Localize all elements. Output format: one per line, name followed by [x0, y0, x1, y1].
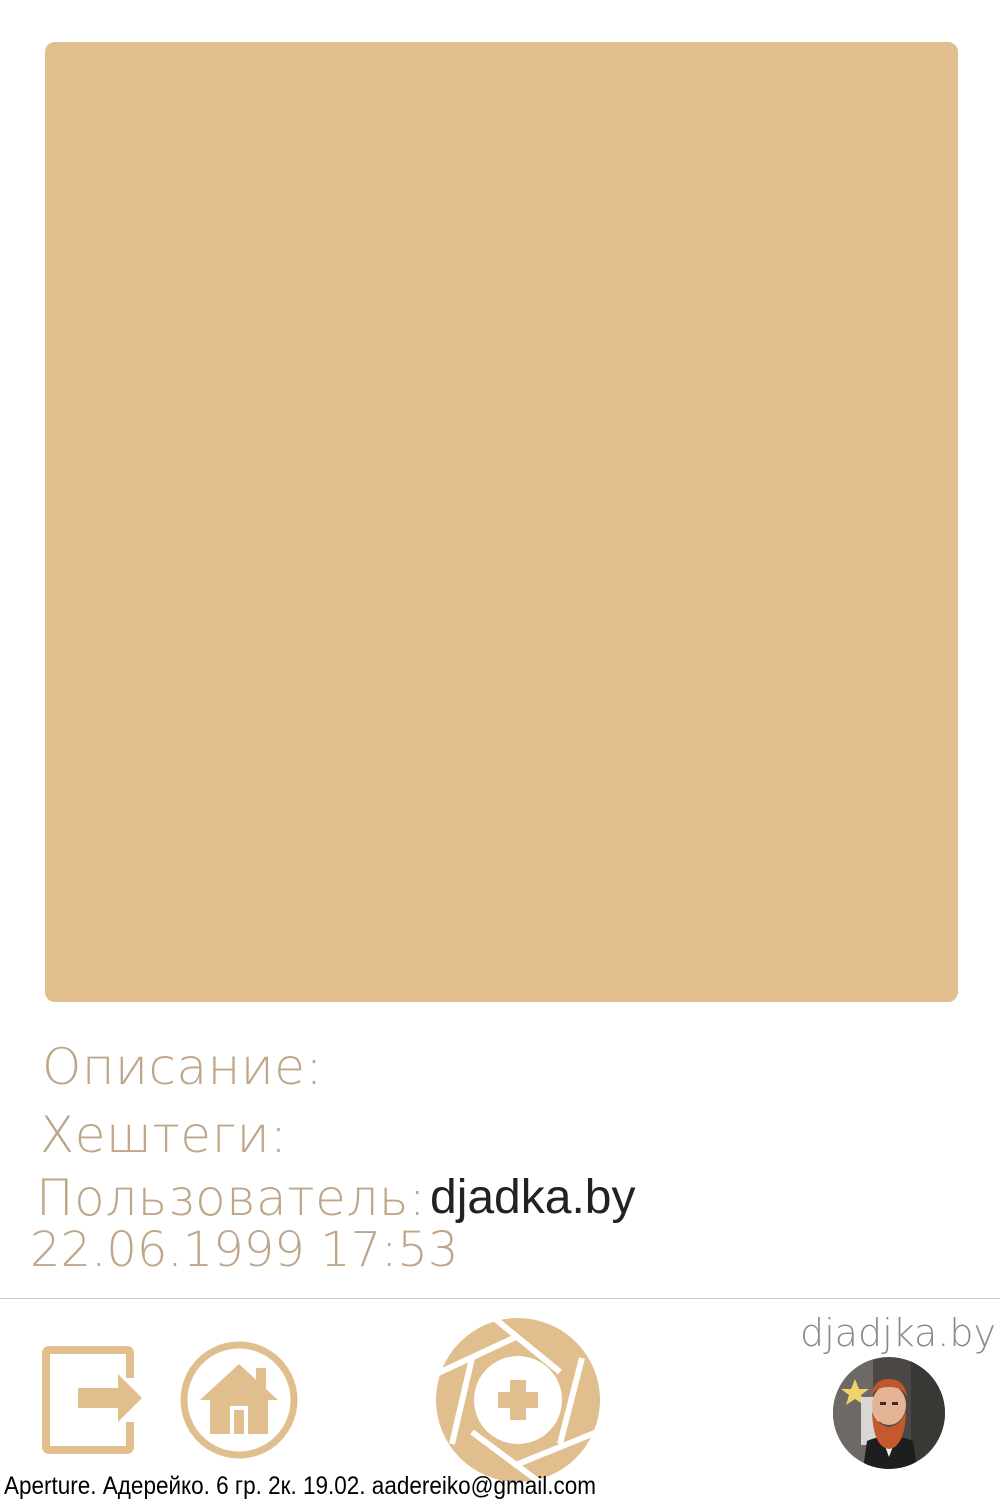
add-photo-button[interactable] [432, 1314, 604, 1486]
home-button[interactable] [178, 1340, 300, 1462]
description-label: Описание: [42, 1038, 323, 1096]
logout-icon [42, 1346, 142, 1454]
user-label: Пользователь: [36, 1169, 427, 1227]
post-datetime: 22.06.1999 17:53 [30, 1222, 459, 1278]
user-avatar[interactable] [833, 1357, 945, 1469]
aperture-plus-icon [436, 1318, 600, 1482]
avatar-image [833, 1357, 945, 1469]
logout-button[interactable] [38, 1338, 144, 1460]
user-name-link[interactable]: djadka.by [430, 1174, 635, 1222]
footer-credits: Aperture. Адерейко. 6 гр. 2к. 19.02. aad… [4, 1472, 597, 1500]
post-photo [45, 42, 958, 1002]
post-page: Описание: Хештеги: Пользователь: djadka.… [0, 0, 1000, 1500]
hashtags-label: Хештеги: [40, 1106, 288, 1164]
brand-link[interactable]: djadjka.by [800, 1314, 996, 1352]
home-icon [180, 1341, 298, 1459]
divider [0, 1298, 1000, 1299]
